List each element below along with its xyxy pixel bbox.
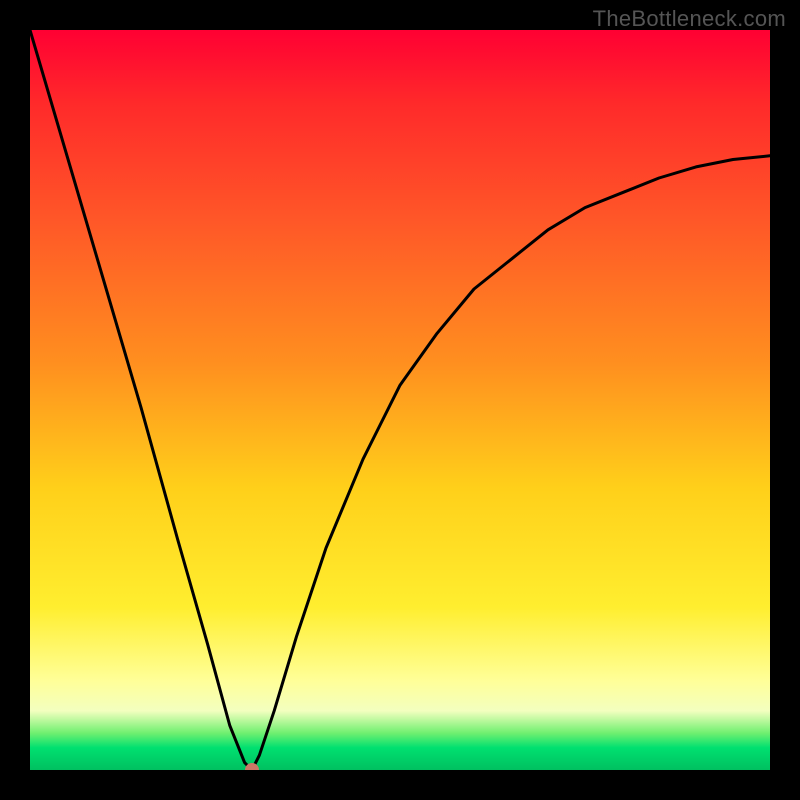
bottleneck-curve — [30, 30, 770, 770]
watermark-text: TheBottleneck.com — [593, 6, 786, 32]
plot-area — [30, 30, 770, 770]
chart-frame: TheBottleneck.com — [0, 0, 800, 800]
bottleneck-curve-svg — [30, 30, 770, 770]
